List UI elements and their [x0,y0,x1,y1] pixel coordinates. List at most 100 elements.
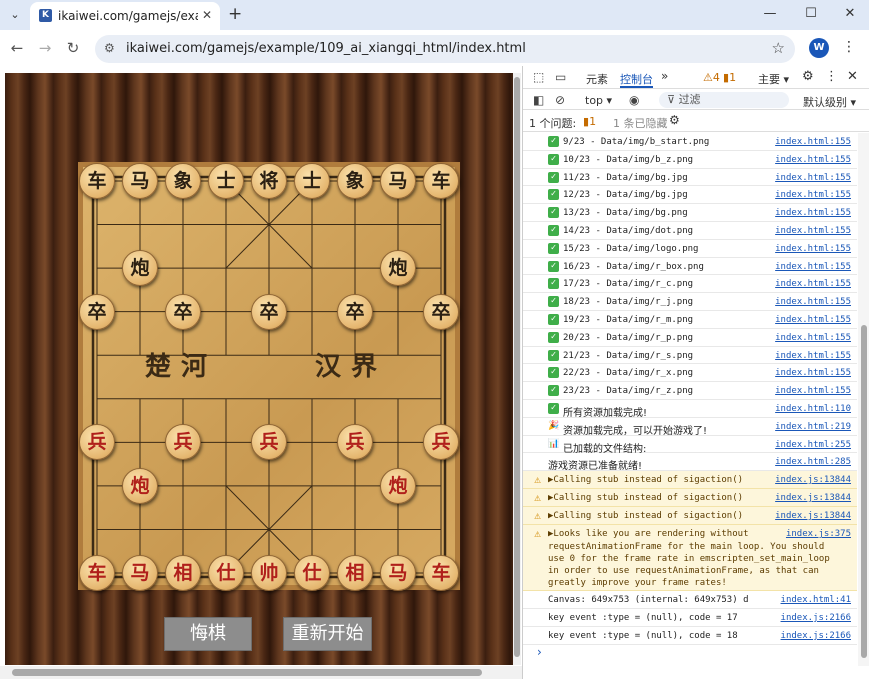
source-link[interactable]: index.html:155 [775,244,851,254]
source-link[interactable]: index.html:155 [775,368,851,378]
live-expression-eye-icon[interactable]: ◉ [629,93,639,107]
console-row[interactable]: ✓ 10/23 - Data/img/b_z.png index.html:155 [523,151,857,169]
issues-badge[interactable]: ▮1 [583,115,596,128]
inspect-icon[interactable]: ⬚ [533,70,544,84]
console-row[interactable]: ✓ 17/23 - Data/img/r_c.png index.html:155 [523,275,857,294]
console-row[interactable]: ⚠ ▶Calling stub instead of sigaction() ind… [523,507,857,526]
page-vertical-scrollbar[interactable] [513,73,521,665]
source-link[interactable]: index.js:2166 [781,613,851,623]
devtools-close-icon[interactable]: ✕ [847,69,858,84]
console-row[interactable]: ✓ 18/23 - Data/img/r_j.png index.html:155 [523,293,857,311]
issue-count-badge[interactable]: ▮1 [723,71,736,84]
scrollbar-thumb[interactable] [12,669,482,676]
issues-settings-icon[interactable]: ⚙ [669,113,680,127]
issues-bar[interactable]: 1 个问题: ▮1 1 条已隐藏 ⚙ [523,111,869,132]
black-piece[interactable]: 士 [208,163,244,199]
profile-avatar[interactable]: W [809,38,829,58]
page-horizontal-scrollbar[interactable] [0,666,522,679]
black-piece[interactable]: 车 [79,163,115,199]
console-row[interactable]: ✓ 21/23 - Data/img/r_s.png index.html:155 [523,347,857,365]
source-link[interactable]: index.js:13844 [775,493,851,503]
console-row[interactable]: key event :type = (null), code = 18 index… [523,627,857,645]
xiangqi-board[interactable]: 楚河 汉界 [83,167,455,585]
source-link[interactable]: index.html:155 [775,190,851,200]
red-piece[interactable]: 马 [122,555,158,591]
console-row[interactable]: key event :type = (null), code = 17 index… [523,609,857,627]
console-row[interactable]: ✓ 9/23 - Data/img/b_start.png index.html:1… [523,133,857,151]
console-row[interactable]: ✓ 12/23 - Data/img/bg.jpg index.html:155 [523,186,857,205]
console-row[interactable]: ✓ 15/23 - Data/img/logo.png index.html:155 [523,240,857,258]
black-piece[interactable]: 象 [337,163,373,199]
settings-gear-icon[interactable]: ⚙ [802,69,814,84]
red-cannon-piece[interactable]: 炮 [380,467,416,504]
black-piece[interactable]: 马 [122,163,158,199]
console-row[interactable]: ✓ 16/23 - Data/img/r_box.png index.html:15… [523,258,857,276]
scrollbar-thumb[interactable] [861,325,867,658]
console-row[interactable]: ✓ 所有资源加载完成! index.html:110 [523,400,857,419]
console-row[interactable]: ✓ 22/23 - Data/img/r_x.png index.html:155 [523,364,857,383]
forward-icon[interactable]: → [36,39,54,57]
red-piece[interactable]: 仕 [294,555,330,591]
site-info-icon[interactable]: ⚙ [104,41,115,55]
black-soldier-piece[interactable]: 卒 [165,293,201,330]
black-piece[interactable]: 将 [251,163,287,199]
red-piece[interactable]: 车 [79,555,115,591]
source-link[interactable]: index.html:155 [775,333,851,343]
warning-count-badge[interactable]: ⚠4 [703,71,720,84]
source-link[interactable]: index.html:155 [775,279,851,289]
source-link[interactable]: index.html:155 [775,386,851,396]
device-toggle-icon[interactable]: ▭ [555,70,566,84]
source-link[interactable]: index.js:375 [786,529,851,539]
source-link[interactable]: index.js:13844 [775,475,851,485]
sidebar-toggle-icon[interactable]: ◧ [533,93,544,107]
console-row[interactable]: Canvas: 649x753 (internal: 649x753) dpr=… [523,591,857,609]
source-link[interactable]: index.html:110 [775,404,851,414]
source-link[interactable]: index.html:155 [775,262,851,272]
black-soldier-piece[interactable]: 卒 [251,293,287,330]
tab-elements[interactable]: 元素 [586,71,608,87]
source-link[interactable]: index.html:155 [775,315,851,325]
undo-button[interactable]: 悔棋 [164,617,252,651]
source-link[interactable]: index.html:155 [775,297,851,307]
console-row[interactable]: ✓ 14/23 - Data/img/dot.png index.html:155 [523,222,857,240]
source-link[interactable]: index.js:2166 [781,631,851,641]
game-canvas[interactable]: 楚河 汉界 车马象士将士象马车炮炮卒卒卒卒卒兵兵兵兵兵炮炮车马相仕帅仕相马车 悔… [5,73,513,665]
source-link[interactable]: index.html:255 [775,440,851,450]
console-scrollbar[interactable] [858,133,869,666]
source-link[interactable]: index.html:155 [775,208,851,218]
console-prompt[interactable]: › [537,645,542,659]
back-icon[interactable]: ← [8,39,26,57]
console-row[interactable]: ✓ 11/23 - Data/img/bg.jpg index.html:155 [523,169,857,187]
black-soldier-piece[interactable]: 卒 [423,293,459,330]
console-row[interactable]: ⚠ ▶Looks like you are rendering without u… [523,525,857,592]
source-link[interactable]: index.html:155 [775,173,851,183]
source-link[interactable]: index.html:155 [775,226,851,236]
black-piece[interactable]: 马 [380,163,416,199]
new-tab-icon[interactable]: + [228,5,242,23]
black-piece[interactable]: 车 [423,163,459,199]
red-cannon-piece[interactable]: 炮 [122,467,158,504]
console-row[interactable]: ✓ 23/23 - Data/img/r_z.png index.html:155 [523,382,857,400]
source-link[interactable]: index.html:155 [775,137,851,147]
console-row[interactable]: 🎉 资源加载完成，可以开始游戏了! index.html:219 [523,418,857,437]
black-cannon-piece[interactable]: 炮 [380,250,416,287]
browser-tab[interactable]: K ikaiwei.com/gamejs/example ✕ [30,2,220,30]
black-soldier-piece[interactable]: 卒 [79,293,115,330]
context-selector[interactable]: top ▾ [585,94,612,107]
tab-close-icon[interactable]: ✕ [202,8,212,22]
console-row[interactable]: ⚠ ▶Calling stub instead of sigaction() ind… [523,471,857,490]
source-link[interactable]: index.html:219 [775,422,851,432]
bookmark-star-icon[interactable]: ☆ [772,39,785,57]
source-link[interactable]: index.html:155 [775,351,851,361]
console-row[interactable]: 📊 已加载的文件结构: index.html:255 [523,436,857,455]
red-piece[interactable]: 相 [165,555,201,591]
red-piece[interactable]: 相 [337,555,373,591]
url-text[interactable]: ikaiwei.com/gamejs/example/109_ai_xiangq… [126,41,526,56]
black-piece[interactable]: 象 [165,163,201,199]
red-piece[interactable]: 车 [423,555,459,591]
filter-input[interactable]: ⊽ 过滤 [659,92,789,108]
source-link[interactable]: index.html:155 [775,155,851,165]
tab-console[interactable]: 控制台 [620,71,653,87]
devtools-menu-icon[interactable]: ⋮ [825,69,838,84]
black-soldier-piece[interactable]: 卒 [337,293,373,330]
